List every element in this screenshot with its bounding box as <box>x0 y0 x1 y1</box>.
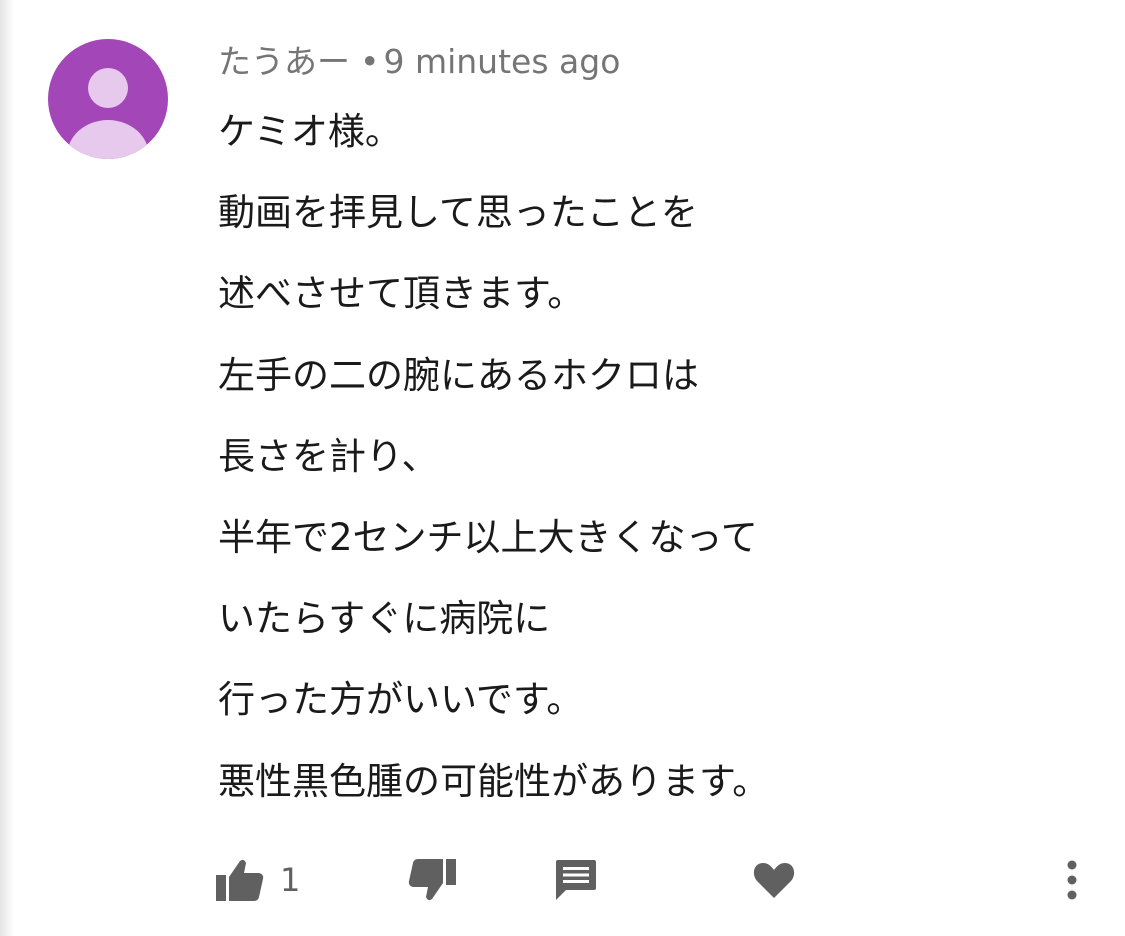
reply-icon <box>556 860 596 900</box>
like-button[interactable] <box>210 850 270 910</box>
reply-button[interactable] <box>546 850 606 910</box>
comment-line: 半年で2センチ以上大きくなって <box>218 515 758 559</box>
comment-body: ケミオ様。 動画を拝見して思ったことを 述べさせて頂きます。 左手の二の腕にある… <box>218 104 1098 835</box>
like-count: 1 <box>280 861 301 899</box>
dislike-button[interactable] <box>402 850 462 910</box>
comment-actions: 1 <box>0 850 1125 910</box>
author-name[interactable]: たうあー <box>218 42 350 81</box>
comment-line: ケミオ様。 <box>218 110 402 153</box>
left-edge-shadow <box>0 0 14 936</box>
thumb-up-icon <box>216 859 264 901</box>
comment-header: たうあー • 9 minutes ago <box>218 40 620 84</box>
comment-line: いたらすぐに病院に <box>218 597 551 641</box>
heart-icon <box>753 863 795 898</box>
more-options-button[interactable] <box>1052 850 1092 910</box>
comment-line: 行った方がいいです。 <box>218 678 584 722</box>
avatar-body-shape <box>67 120 149 159</box>
comment-line: 左手の二の腕にあるホクロは <box>218 353 699 397</box>
separator-dot: • <box>360 42 380 81</box>
avatar[interactable] <box>48 39 168 159</box>
comment-line: 悪性黒色腫の可能性があります。 <box>218 759 770 803</box>
comment-line: 動画を拝見して思ったことを <box>218 191 698 235</box>
heart-button[interactable] <box>744 850 804 910</box>
comment-line: 長さを計り、 <box>218 434 439 478</box>
comment-line: 述べさせて頂きます。 <box>218 272 585 316</box>
more-vert-icon <box>1067 860 1077 900</box>
avatar-head-shape <box>88 68 128 108</box>
thumb-down-icon <box>408 859 456 901</box>
timestamp: 9 minutes ago <box>383 42 621 81</box>
